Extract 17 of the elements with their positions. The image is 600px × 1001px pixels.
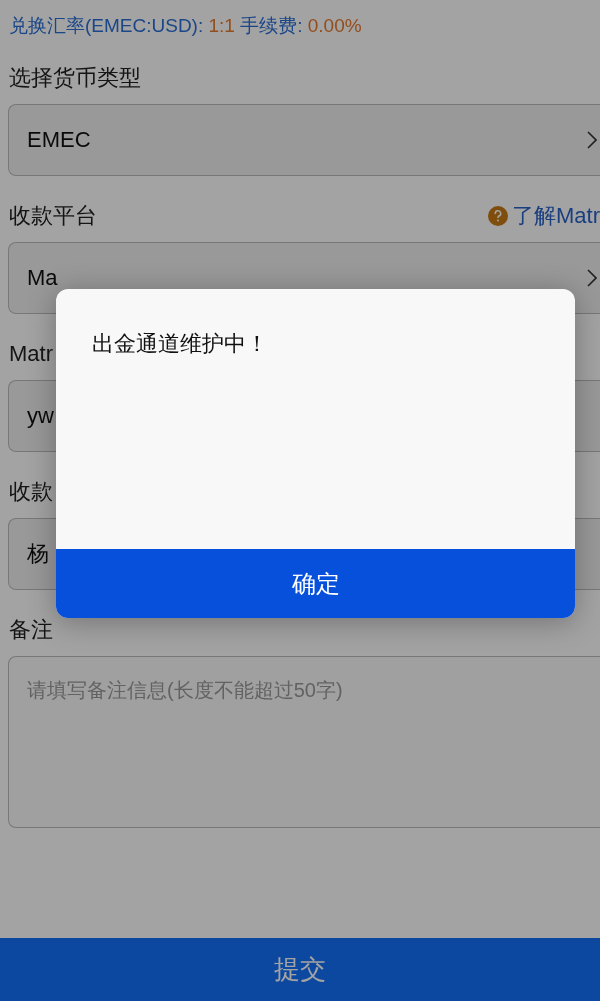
submit-button[interactable]: 提交 [0,938,600,1001]
field-label: 收款平台 [8,202,97,230]
field-label: 收款 [8,478,53,506]
chevron-right-icon [587,269,597,287]
confirm-button[interactable]: 确定 [56,549,575,618]
field-label: Matr [8,341,53,367]
fee-value: 0.00% [307,15,362,37]
help-icon [488,206,508,226]
help-link[interactable]: 了解Matr [488,201,600,231]
exchange-rate-label: 兑换汇率(EMEC:USD): [9,14,205,38]
exchange-rate-value: 1:1 [208,15,235,37]
select-field[interactable]: EMEC [8,104,600,176]
dialog-message: 出金通道维护中！ [92,331,268,356]
chevron-right-icon [587,131,597,149]
field-label: 备注 [8,616,53,644]
fee-label: 手续费: [239,14,304,38]
field-label: 选择货币类型 [8,64,141,92]
